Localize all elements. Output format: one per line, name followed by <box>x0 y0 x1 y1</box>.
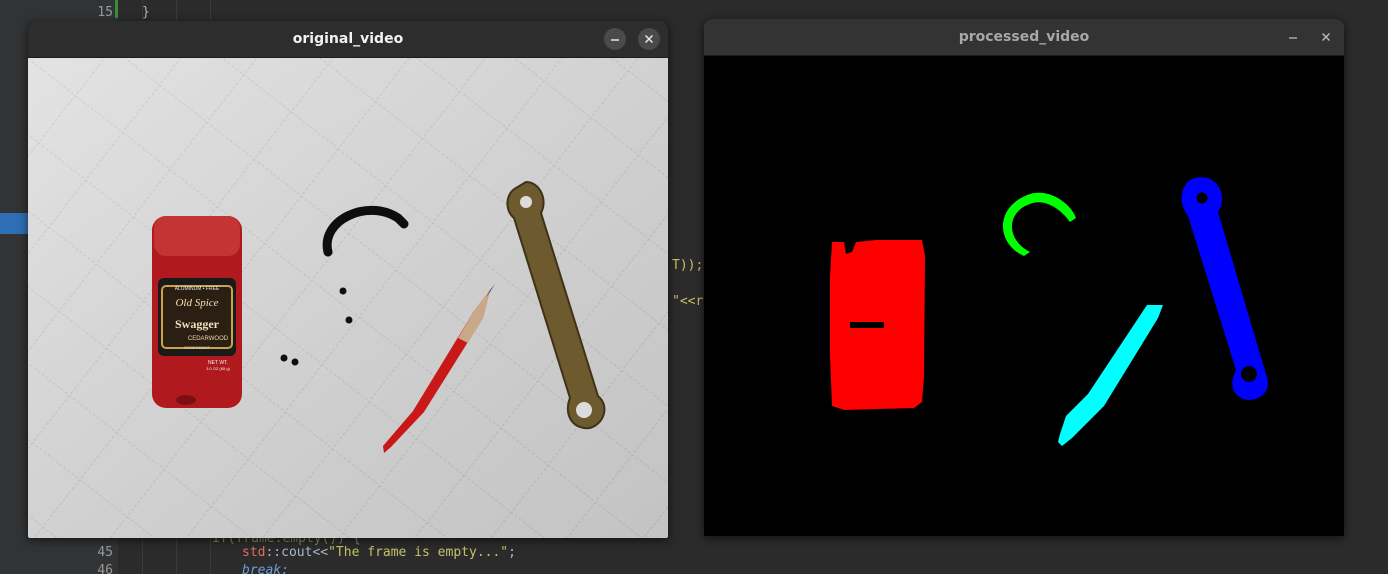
close-button[interactable] <box>1315 26 1337 48</box>
deodorant-label-top: ALUMINUM • FREE <box>175 286 220 292</box>
deodorant-weight: 3.0 OZ (85 g) <box>206 366 230 371</box>
segment-hole <box>1241 366 1257 382</box>
code-line: std::cout<<"The frame is empty..."; <box>242 545 516 560</box>
code-fragment: "<<r <box>672 294 703 309</box>
minimize-button[interactable] <box>604 28 626 50</box>
deodorant-sub: DEODORANT <box>184 345 210 350</box>
video-frame-processed <box>704 56 1344 536</box>
code-line: break; <box>242 563 289 574</box>
deodorant-scent: CEDARWOOD <box>188 336 229 342</box>
code-fragment-text: T)); <box>672 258 704 273</box>
window-title: processed_video <box>958 29 1090 45</box>
deodorant-product: Swagger <box>175 317 220 331</box>
deodorant-brand: Old Spice <box>175 297 218 309</box>
deodorant-stick: ALUMINUM • FREE Old Spice Swagger CEDARW… <box>152 216 242 408</box>
video-frame-original: ALUMINUM • FREE Old Spice Swagger CEDARW… <box>28 58 668 538</box>
video-frame-image: ALUMINUM • FREE Old Spice Swagger CEDARW… <box>28 58 668 538</box>
close-button[interactable] <box>638 28 660 50</box>
window-titlebar[interactable]: original_video <box>28 21 668 58</box>
processed-video-window[interactable]: processed_video <box>704 19 1344 536</box>
code-namespace: std <box>242 545 266 560</box>
code-string: "The frame is empty..." <box>328 545 509 560</box>
window-titlebar[interactable]: processed_video <box>704 19 1344 56</box>
lighting-shade <box>28 58 668 538</box>
minimize-button[interactable] <box>1282 26 1304 48</box>
close-icon <box>1322 33 1330 41</box>
close-icon <box>644 34 654 44</box>
segment-gap <box>850 322 884 328</box>
original-video-window[interactable]: original_video ALUMINUM • FREE Old Spice… <box>28 21 668 538</box>
segmentation-mask <box>704 56 1344 536</box>
code-operator: ::cout<< <box>265 545 329 560</box>
code-line: } <box>142 5 150 20</box>
mask-background <box>704 56 1344 536</box>
desktop: 15 45 46 } if(frame.empty()) { std::cout… <box>0 0 1388 574</box>
window-title: original_video <box>292 31 404 47</box>
code-fragment-text: "<<r <box>672 294 704 309</box>
minimize-icon <box>1289 37 1297 39</box>
line-number: 46 <box>97 563 113 574</box>
line-number: 45 <box>97 545 113 560</box>
minimize-icon <box>611 39 619 41</box>
line-number: 15 <box>97 5 113 20</box>
segment-hole <box>1196 192 1208 204</box>
code-semicolon: ; <box>508 545 516 560</box>
vcs-change-marker <box>115 0 118 18</box>
editor-selection-marker <box>0 213 28 234</box>
code-fragment: T)); <box>672 258 703 273</box>
